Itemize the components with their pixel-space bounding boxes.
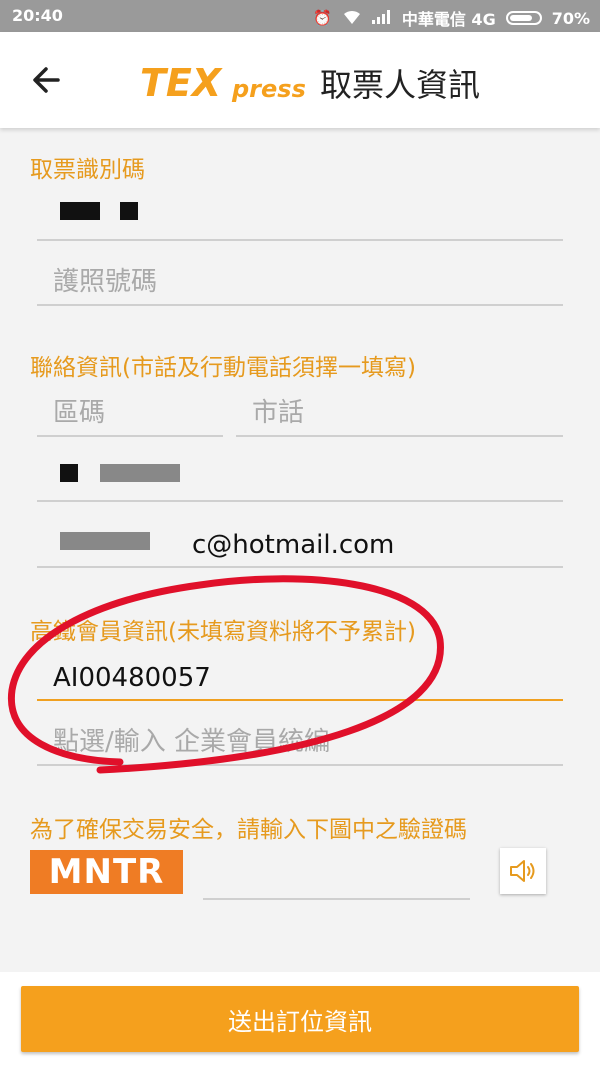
- battery-icon: [505, 11, 542, 25]
- captcha-input[interactable]: [203, 856, 470, 900]
- captcha-label: 為了確保交易安全，請輸入下圖中之驗證碼: [30, 817, 467, 843]
- passport-placeholder: 護照號碼: [53, 267, 158, 297]
- clock: 20:40: [12, 6, 63, 25]
- captcha-image: MNTR: [30, 850, 183, 894]
- logo-sub-text: press: [231, 75, 306, 102]
- membership-label: 高鐵會員資訊(未填寫資料將不予累計): [30, 619, 416, 645]
- redaction-block: [60, 464, 78, 482]
- status-bar: 20:40 ⏰ 中華電信 4G 70%: [0, 0, 600, 32]
- submit-button[interactable]: 送出訂位資訊: [21, 986, 579, 1052]
- speaker-icon[interactable]: [500, 848, 546, 894]
- alarm-icon: ⏰: [313, 9, 332, 27]
- ticket-id-field[interactable]: [37, 197, 563, 241]
- redaction-block: [100, 464, 180, 482]
- page-title: 取票人資訊: [320, 66, 481, 104]
- corporate-id-placeholder: 點選/輸入 企業會員統編: [53, 727, 331, 757]
- corporate-id-field[interactable]: 點選/輸入 企業會員統編: [37, 722, 563, 766]
- area-code-placeholder: 區碼: [53, 398, 106, 428]
- redaction-block: [60, 532, 150, 550]
- contact-label: 聯絡資訊(市話及行動電話須擇一填寫): [30, 355, 416, 381]
- logo-main-text: TEX: [140, 62, 223, 102]
- battery-percent: 70%: [551, 8, 590, 28]
- landline-placeholder: 市話: [252, 398, 305, 428]
- ticket-id-label: 取票識別碼: [30, 157, 145, 183]
- wifi-icon: [342, 9, 362, 28]
- redaction-block: [120, 202, 138, 220]
- passport-field[interactable]: 護照號碼: [37, 262, 563, 306]
- back-arrow-icon[interactable]: [24, 58, 68, 102]
- app-bar: TEX press 取票人資訊: [0, 32, 600, 128]
- member-id-field[interactable]: AI00480057: [37, 657, 563, 701]
- status-icons: ⏰ 中華電信 4G 70%: [313, 6, 590, 30]
- bottom-bar: 送出訂位資訊: [0, 972, 600, 1067]
- texpress-logo: TEX press: [140, 61, 320, 105]
- carrier-label: 中華電信 4G: [401, 10, 496, 29]
- area-code-field[interactable]: 區碼: [37, 393, 223, 437]
- redaction-block: [60, 202, 100, 220]
- email-value: c@hotmail.com: [192, 530, 395, 560]
- landline-field[interactable]: 市話: [236, 393, 563, 437]
- signal-icon: [371, 9, 392, 27]
- member-id-value: AI00480057: [53, 663, 211, 693]
